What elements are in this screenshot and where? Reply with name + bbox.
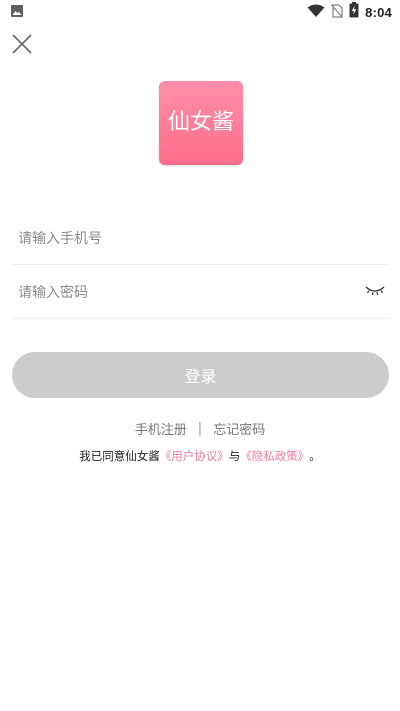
status-bar: 8:04 (0, 0, 400, 24)
login-screen: 8:04 仙女酱 请输入手机号 登录 手机注册 | 忘记密码 我已同意仙女酱 《… (0, 0, 400, 711)
status-time: 8:04 (365, 4, 392, 20)
eye-closed-icon (364, 283, 386, 302)
close-icon (11, 33, 33, 59)
logo-text: 仙女酱 (167, 110, 234, 135)
phone-field-row (12, 213, 389, 265)
password-field-row (12, 267, 389, 319)
agreement-prefix: 我已同意仙女酱 (79, 449, 160, 463)
links-separator: | (197, 420, 203, 436)
agreement-text: 我已同意仙女酱 《用户协议》 与 《隐私政策》 。 (0, 447, 400, 465)
phone-register-link[interactable]: 手机注册 (135, 419, 187, 438)
battery-charging-icon (349, 2, 359, 22)
forgot-password-link[interactable]: 忘记密码 (213, 419, 265, 438)
phone-input[interactable] (12, 213, 389, 264)
status-bar-right: 8:04 (301, 2, 392, 22)
app-logo: 仙女酱 (159, 81, 243, 165)
agreement-connector: 与 (228, 449, 241, 463)
login-button[interactable]: 登录 (12, 352, 389, 398)
image-notification-icon (10, 3, 24, 22)
close-button[interactable] (10, 34, 34, 58)
auth-links: 手机注册 | 忘记密码 (0, 418, 400, 438)
privacy-policy-link[interactable]: 《隐私政策》 (240, 448, 309, 464)
agreement-suffix: 。 (309, 449, 321, 463)
user-agreement-link[interactable]: 《用户协议》 (160, 448, 229, 464)
status-bar-left (10, 3, 24, 22)
password-visibility-toggle[interactable] (363, 281, 387, 305)
wifi-icon (307, 3, 325, 22)
no-sim-icon (331, 3, 344, 22)
password-input[interactable] (12, 267, 363, 318)
